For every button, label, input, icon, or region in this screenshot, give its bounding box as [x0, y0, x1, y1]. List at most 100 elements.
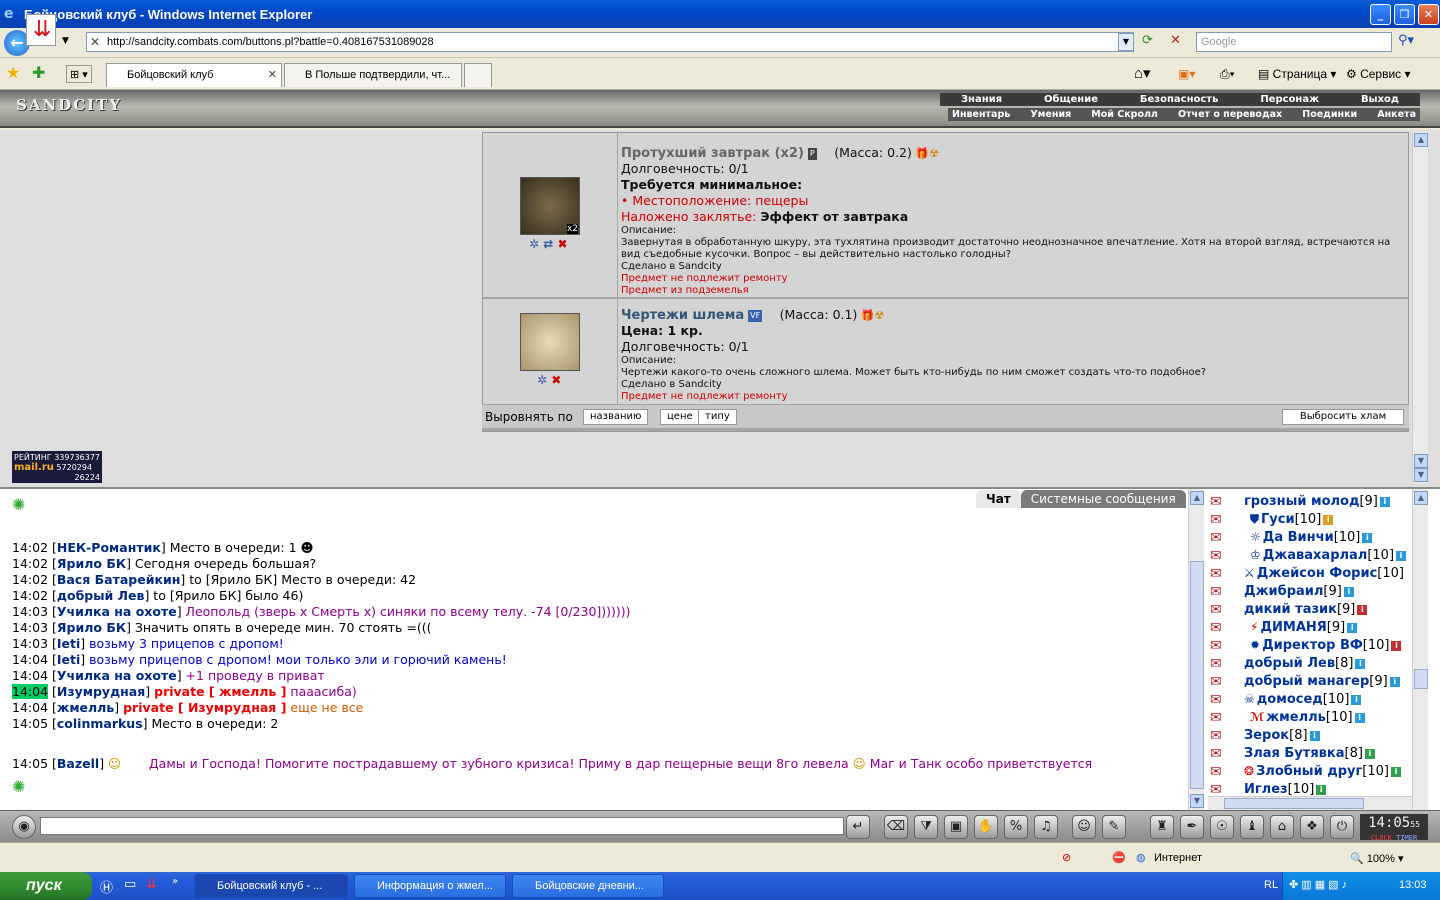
chat-input[interactable]	[40, 817, 844, 835]
taskbar-button[interactable]: Информация о жмел...	[354, 874, 506, 898]
menu-item-exit[interactable]: Выход	[1361, 94, 1399, 105]
info-icon[interactable]: i	[1355, 658, 1366, 669]
more-icon[interactable]: »	[172, 876, 178, 887]
scroll-down-icon[interactable]: ▼	[1414, 454, 1428, 468]
private-message-icon[interactable]: ✉	[1210, 764, 1222, 780]
scroll-thumb[interactable]	[1190, 561, 1204, 789]
tray-icons[interactable]: ✤ ▥ ▦ ▧ ♪	[1289, 878, 1347, 891]
chat-menu-icon[interactable]: ✎	[1102, 815, 1126, 839]
chat-time[interactable]: 14:04	[12, 668, 48, 683]
new-tab-button[interactable]	[464, 63, 492, 87]
tab-close-icon[interactable]: ✕	[268, 64, 277, 86]
scroll-thumb[interactable]	[1414, 669, 1428, 689]
private-message-icon[interactable]: ✉	[1210, 746, 1222, 762]
item-action-icon[interactable]: ♜	[1150, 815, 1174, 839]
chat-time[interactable]: 14:05	[12, 756, 48, 771]
user-name[interactable]: добрый манагер	[1244, 674, 1369, 689]
chat-time[interactable]: 14:04	[12, 700, 48, 715]
favorites-star-icon[interactable]: ★	[6, 65, 20, 83]
user-row[interactable]: ✉ ☼ Да Винчи[10] i	[1208, 530, 1414, 548]
drop-junk-button[interactable]: Выбросить хлам	[1282, 409, 1404, 425]
info-icon[interactable]: i	[1362, 532, 1373, 543]
tools-menu[interactable]: ⚙ Сервис ▾	[1346, 65, 1411, 83]
delete-icon[interactable]: ✖	[558, 237, 568, 251]
private-message-icon[interactable]: ✉	[1210, 656, 1222, 672]
chat-nick[interactable]: Ieti	[57, 652, 80, 667]
chat-time[interactable]: 14:04	[12, 684, 49, 699]
user-name[interactable]: домосед	[1257, 692, 1323, 707]
chat-time[interactable]: 14:05	[12, 716, 48, 731]
chat-nick[interactable]: Ярило БК	[57, 556, 126, 571]
info-icon[interactable]: i	[1396, 550, 1407, 561]
users-hscrollbar[interactable]	[1208, 796, 1414, 810]
user-name[interactable]: дикий тазик	[1244, 602, 1337, 617]
download-manager-icon[interactable]: ⇊	[26, 14, 56, 46]
user-name[interactable]: Джибраил	[1244, 584, 1323, 599]
chat-settings-icon[interactable]: ◉	[12, 815, 36, 839]
spell-icon[interactable]: ✒	[1180, 815, 1204, 839]
scroll-down-icon[interactable]: ▼	[1414, 468, 1428, 482]
submenu-profile[interactable]: Анкета	[1377, 109, 1416, 120]
tab-chat[interactable]: Чат	[976, 490, 1021, 508]
chat-nick[interactable]: Училка на охоте	[57, 604, 177, 619]
users-scrollbar[interactable]: ▲	[1412, 489, 1428, 811]
tab-combats[interactable]: Бойцовский клуб ✕	[106, 63, 282, 87]
chat-nick[interactable]: Ieti	[57, 636, 80, 651]
private-message-icon[interactable]: ✉	[1210, 710, 1222, 726]
user-name[interactable]: Иглез	[1244, 782, 1288, 797]
private-message-icon[interactable]: ✉	[1210, 494, 1222, 510]
use-icon[interactable]: ✲	[537, 373, 547, 387]
info-icon[interactable]: i	[1354, 712, 1365, 723]
filter-icon[interactable]: ⧩	[914, 815, 938, 839]
user-name[interactable]: Злая Бутявка	[1244, 746, 1345, 761]
sound-icon[interactable]: ♫	[1034, 815, 1058, 839]
user-row[interactable]: ✉ ❂ Злобный друг[10] i	[1208, 764, 1414, 782]
info-icon[interactable]: i	[1351, 694, 1362, 705]
search-input[interactable]: Google	[1196, 32, 1392, 52]
user-row[interactable]: ✉ ℳжмелль[10] i	[1208, 710, 1414, 728]
private-message-icon[interactable]: ✉	[1210, 620, 1222, 636]
tab-news[interactable]: В Польше подтвердили, чт...	[284, 63, 462, 87]
map-icon[interactable]: ❖	[1300, 815, 1324, 839]
menu-item-security[interactable]: Безопасность	[1140, 94, 1219, 105]
chat-time[interactable]: 14:03	[12, 620, 48, 635]
item-name[interactable]: Чертежи шлема	[621, 308, 744, 323]
user-row[interactable]: ✉ добрый Лев[8] i	[1208, 656, 1414, 674]
user-name[interactable]: добрый Лев	[1244, 656, 1335, 671]
download-icon[interactable]: ⇊	[146, 877, 157, 892]
user-name[interactable]: Джейсон Форис	[1257, 566, 1378, 581]
exit-icon[interactable]: ⏻	[1330, 815, 1354, 839]
sort-by-name-button[interactable]: названию	[583, 409, 649, 425]
user-name[interactable]: Да Винчи	[1263, 530, 1334, 545]
user-action-icon[interactable]: ✋	[974, 815, 998, 839]
user-row[interactable]: ✉ дикий тазик[9] i	[1208, 602, 1414, 620]
address-input[interactable]: http://sandcity.combats.com/buttons.pl?b…	[86, 32, 1134, 52]
private-message-icon[interactable]: ✉	[1210, 566, 1222, 582]
chat-nick[interactable]: Вася Батарейкин	[57, 572, 180, 587]
delete-icon[interactable]: ✖	[551, 373, 561, 387]
private-message-icon[interactable]: ✉	[1210, 602, 1222, 618]
user-name[interactable]: ДИМАНЯ	[1260, 620, 1326, 635]
quicklaunch-icon[interactable]: Ⓗ	[100, 877, 113, 896]
send-icon[interactable]: ↵	[846, 815, 870, 839]
popup-blocker-icon[interactable]: ⛔	[1112, 851, 1126, 864]
info-icon[interactable]: i	[1309, 730, 1320, 741]
shop-icon[interactable]: ⌂	[1270, 815, 1294, 839]
user-name[interactable]: грозный молод	[1244, 494, 1359, 509]
user-row[interactable]: ✉ ⚡ ДИМАНЯ[9] i	[1208, 620, 1414, 638]
chat-scrollbar[interactable]: ▲ ▼	[1188, 489, 1204, 811]
private-message-icon[interactable]: ✉	[1210, 584, 1222, 600]
private-message-icon[interactable]: ✉	[1210, 692, 1222, 708]
submenu-scroll[interactable]: Мой Скролл	[1091, 109, 1158, 120]
chat-nick[interactable]: Bazell	[57, 756, 99, 771]
scroll-up-icon[interactable]: ▲	[1190, 491, 1204, 505]
maximize-button[interactable]: ❐	[1394, 4, 1415, 25]
mailru-counter[interactable]: РЕЙТИНГ 339736377 mail.ru 5720294 26224	[12, 451, 102, 483]
item-name[interactable]: Протухший завтрак (x2)	[621, 146, 804, 161]
user-row[interactable]: ✉ ⚔ Джейсон Форис[10]	[1208, 566, 1414, 584]
home-icon[interactable]: ⌂▾	[1134, 65, 1151, 83]
chat-nick[interactable]: Ярило БК	[57, 620, 126, 635]
menu-item-social[interactable]: Общение	[1044, 94, 1098, 105]
user-row[interactable]: ✉ ✹ Директор ВФ[10] i	[1208, 638, 1414, 656]
submenu-transfers[interactable]: Отчет о переводах	[1178, 109, 1282, 120]
